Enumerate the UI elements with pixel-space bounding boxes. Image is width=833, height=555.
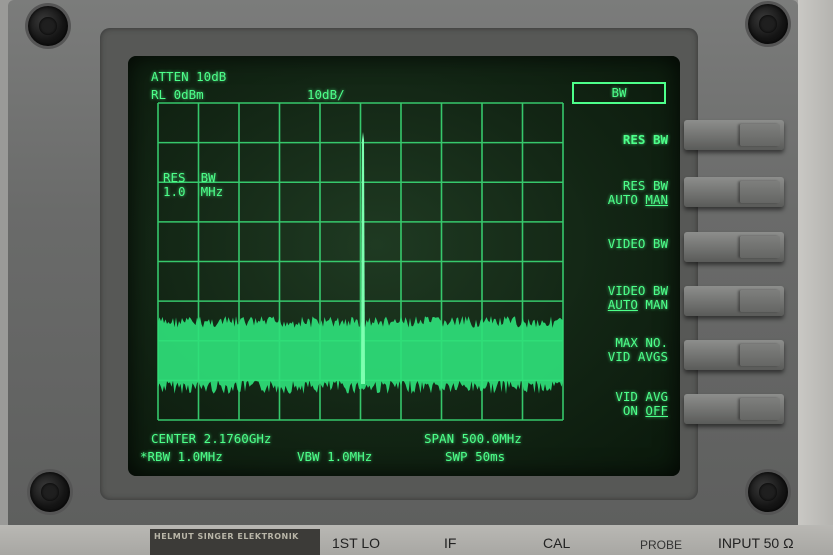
span-readout: SPAN 500.0MHz xyxy=(424,431,522,446)
carrier-peak xyxy=(361,132,365,384)
softkey-line: VID AVGS xyxy=(607,349,668,364)
softkey-label-video-bw: VIDEO BW xyxy=(560,237,668,251)
softkey-label-video-bw-auto-man: VIDEO BW AUTO MAN xyxy=(560,284,668,312)
off-option: OFF xyxy=(645,403,668,418)
auto-option: AUTO xyxy=(607,192,646,207)
softkey-line: RES BW xyxy=(622,132,668,147)
first-lo-connector-label: 1ST LO xyxy=(332,535,380,551)
softkey-label-vid-avg-on-off: VID AVG ON OFF xyxy=(560,390,668,418)
man-option: MAN xyxy=(637,297,668,312)
softkey-6-button[interactable] xyxy=(684,394,784,424)
probe-connector-label: PROBE xyxy=(640,538,683,552)
softkey-label-res-bw-auto-man: RES BW AUTO MAN xyxy=(560,179,668,207)
manufacturer-badge: HELMUT SINGER ELEKTRONIK xyxy=(150,529,320,555)
softkey-line: RES BW xyxy=(622,178,668,193)
on-option: ON xyxy=(622,403,646,418)
sweep-time-readout: SWP 50ms xyxy=(445,449,506,464)
vbw-readout: VBW 1.0MHz xyxy=(297,449,373,464)
softkey-line: AUTO MAN xyxy=(560,298,668,312)
noise-floor xyxy=(158,316,563,394)
center-frequency-readout: CENTER 2.1760GHz xyxy=(151,431,272,446)
connector-panel: HELMUT SINGER ELEKTRONIK 1ST LO IF CAL P… xyxy=(0,525,833,555)
input-connector-label: INPUT 50 Ω xyxy=(718,535,794,551)
softkey-label-res-bw: RES BW xyxy=(560,133,668,147)
attenuation-readout: ATTEN 10dB xyxy=(151,69,227,84)
reference-level-readout: RL 0dBm xyxy=(151,87,204,102)
scale-readout: 10dB/ xyxy=(307,87,345,102)
softkey-label-max-vid-avgs: MAX NO. VID AVGS xyxy=(560,336,668,364)
softkey-line: ON OFF xyxy=(560,404,668,418)
softkey-1-button[interactable] xyxy=(684,120,784,150)
res-bw-annotation-value: 1.0 MHz xyxy=(163,184,224,199)
if-connector-label: IF xyxy=(444,535,457,551)
softkey-line: VID AVG xyxy=(615,389,668,404)
softkey-2-button[interactable] xyxy=(684,177,784,207)
softkey-4-button[interactable] xyxy=(684,286,784,316)
softkey-5-button[interactable] xyxy=(684,340,784,370)
cal-connector-label: CAL xyxy=(543,535,571,551)
softkey-3-button[interactable] xyxy=(684,232,784,262)
softkey-line: VIDEO BW xyxy=(607,236,668,251)
softkey-line: VIDEO BW xyxy=(607,283,668,298)
spectrum-display xyxy=(157,102,564,421)
rbw-readout: *RBW 1.0MHz xyxy=(140,449,223,464)
softkey-line: MAX NO. xyxy=(615,335,668,350)
res-bw-annotation-label: RES BW xyxy=(163,170,216,185)
auto-option: AUTO xyxy=(607,297,638,312)
man-option: MAN xyxy=(645,192,668,207)
menu-title: BW xyxy=(572,82,666,104)
softkey-line: AUTO MAN xyxy=(560,193,668,207)
